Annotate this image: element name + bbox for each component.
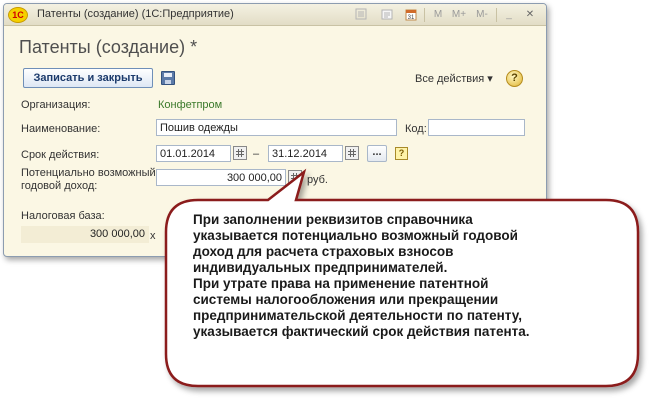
memory-icon[interactable]: M	[432, 8, 444, 22]
form-title: Патенты (создание) *	[19, 37, 198, 57]
callout-line: При заполнении реквизитов справочника	[193, 212, 473, 227]
tax-base-value: 300 000,00	[21, 226, 149, 243]
callout-text: При заполнении реквизитов справочника ук…	[193, 212, 633, 340]
callout-line: указывается фактический срок действия па…	[193, 324, 530, 339]
callout-line: предпринимательской деятельности по пате…	[193, 308, 522, 323]
code-field[interactable]	[428, 119, 525, 136]
help-icon[interactable]: ?	[506, 70, 523, 87]
income-label-line2: годовой доход:	[21, 180, 98, 192]
history-icon[interactable]	[380, 8, 394, 22]
memory-plus-icon[interactable]: M+	[450, 8, 468, 22]
callout-line: доход для расчета страховых взносов	[193, 244, 454, 259]
date-from-calendar-icon[interactable]	[233, 146, 247, 160]
code-label: Код:	[405, 123, 427, 135]
close-icon[interactable]: ✕	[523, 8, 537, 22]
callout-line: указывается потенциально возможный годов…	[193, 228, 518, 243]
multiply-sign: x	[150, 230, 156, 242]
toolbar-separator	[424, 8, 425, 22]
calendar-icon[interactable]: 31	[404, 8, 418, 22]
name-field[interactable]	[156, 119, 397, 136]
term-label: Срок действия:	[21, 149, 100, 161]
organization-link[interactable]: Конфетпром	[158, 99, 222, 111]
date-to-calendar-icon[interactable]	[345, 146, 359, 160]
income-label: Потенциально возможный годовой доход:	[21, 167, 156, 193]
memory-minus-icon[interactable]: M-	[474, 8, 490, 22]
minimize-icon[interactable]: _	[503, 8, 515, 22]
name-label: Наименование:	[21, 123, 101, 135]
callout-line: системы налогообложения или прекращении	[193, 292, 499, 307]
date-from-field[interactable]	[156, 145, 231, 162]
svg-text:31: 31	[408, 15, 415, 21]
period-select-button[interactable]: ...	[367, 145, 387, 162]
window-title: Патенты (создание) (1С:Предприятие)	[37, 8, 234, 20]
save-and-close-button[interactable]: Записать и закрыть	[23, 68, 153, 88]
toolbar-separator	[496, 8, 497, 22]
tax-base-label: Налоговая база:	[21, 210, 105, 222]
all-actions-menu[interactable]: Все действия ▾	[415, 72, 493, 85]
callout-line: При утрате права на применение патентной	[193, 276, 489, 291]
app-logo-icon[interactable]: 1С	[8, 7, 28, 23]
income-label-line1: Потенциально возможный	[21, 167, 156, 179]
favorite-icon[interactable]	[354, 8, 368, 22]
title-bar: 1С Патенты (создание) (1С:Предприятие) 3…	[4, 4, 546, 26]
save-icon[interactable]	[161, 71, 175, 85]
date-to-field[interactable]	[268, 145, 343, 162]
period-help-icon[interactable]: ?	[395, 147, 408, 160]
date-range-dash: –	[253, 148, 260, 160]
callout-line: индивидуальных предпринимателей.	[193, 260, 448, 275]
organization-label: Организация:	[21, 99, 91, 111]
